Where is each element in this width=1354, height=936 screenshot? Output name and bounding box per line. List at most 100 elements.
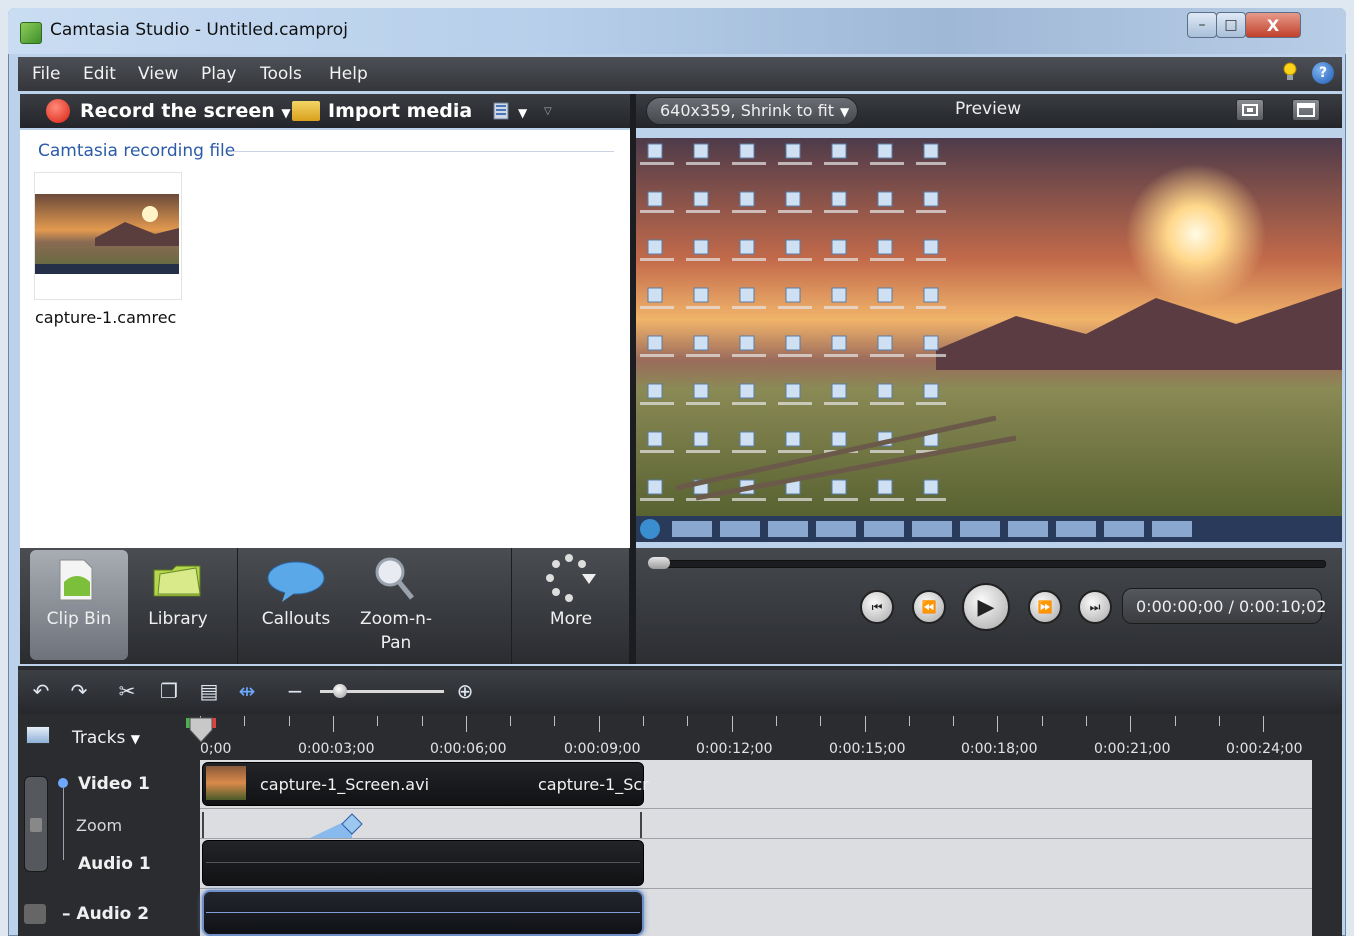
zoom-in-icon[interactable]: ⊕ <box>452 678 478 704</box>
ruler-tick <box>598 716 600 732</box>
ruler-label-3s: 0:00:03;00 <box>298 741 375 757</box>
lightbulb-icon[interactable] <box>1282 62 1298 82</box>
clip-bin-heading: Camtasia recording file <box>38 141 236 161</box>
clip-thumbnail[interactable] <box>35 194 179 274</box>
track-zoom[interactable]: Zoom <box>76 816 122 835</box>
chevron-down-icon[interactable]: ▼ <box>281 106 290 120</box>
close-button[interactable]: X <box>1245 12 1301 38</box>
cut-icon[interactable]: ✂ <box>114 678 140 704</box>
track-audio-2-label: Audio 2 <box>76 904 150 924</box>
ruler-tick <box>908 716 910 726</box>
audio-waveform <box>206 862 640 863</box>
playhead[interactable] <box>186 716 216 744</box>
audio-1-clip[interactable] <box>202 840 644 886</box>
track-video-1[interactable]: Video 1 <box>78 774 150 794</box>
import-media-button[interactable]: Import media <box>328 100 472 122</box>
record-icon[interactable] <box>46 99 70 123</box>
video-clip-label: capture-1_Screen.avi <box>260 775 430 794</box>
fast-forward-button[interactable]: ⏩ <box>1028 590 1062 624</box>
playback-scrubber[interactable] <box>650 560 1326 568</box>
ruler-tick <box>510 716 512 726</box>
skip-to-start-button[interactable]: ⏮ <box>860 590 894 624</box>
view-chevron-icon[interactable]: ▼ <box>518 106 527 120</box>
undo-icon[interactable]: ↶ <box>28 678 54 704</box>
camtasia-app-icon <box>20 22 42 44</box>
clip-bin-icon <box>59 559 93 601</box>
more-dots-icon <box>546 554 596 602</box>
zoom-slider-handle[interactable] <box>333 684 347 698</box>
paste-icon[interactable]: ▤ <box>196 678 222 704</box>
ruler-tick <box>775 716 777 726</box>
ruler-tick <box>465 716 467 732</box>
minimize-button[interactable]: – <box>1187 12 1217 38</box>
row-divider <box>200 888 1312 889</box>
lock-icon[interactable] <box>30 818 42 832</box>
detach-window-icon <box>1297 103 1315 117</box>
zoom-keyframe[interactable] <box>310 812 370 838</box>
maximize-icon: □ <box>1224 17 1238 33</box>
audio-2-lock-icon[interactable] <box>24 904 46 924</box>
ruler-tick <box>377 716 379 726</box>
ruler-tick <box>1174 716 1176 726</box>
play-button[interactable]: ▶ <box>962 583 1010 631</box>
audio-2-waveform <box>206 912 640 913</box>
minimize-icon: – <box>1198 17 1206 33</box>
tracks-icon[interactable] <box>26 726 50 744</box>
ruler-tick <box>1086 716 1087 726</box>
menu-tools[interactable]: Tools <box>260 64 302 84</box>
ruler-label-18s: 0:00:18;00 <box>961 741 1038 757</box>
ruler-label-21s: 0:00:21;00 <box>1094 741 1171 757</box>
scrubber-handle[interactable] <box>648 557 670 569</box>
tab-callouts[interactable]: Callouts <box>250 607 342 631</box>
dropdown-chevron-icon[interactable]: ▼ <box>840 105 849 119</box>
ruler-tick <box>1041 716 1043 726</box>
close-icon: X <box>1266 15 1280 35</box>
import-folder-icon[interactable] <box>292 101 320 121</box>
view-options-icon[interactable] <box>492 101 514 123</box>
ruler-tick <box>1263 716 1265 732</box>
preview-title: Preview <box>955 99 1022 119</box>
video-clip-label-tail: capture-1_Scr <box>538 775 649 794</box>
ruler-tick <box>731 716 733 732</box>
track-audio-1[interactable]: Audio 1 <box>78 854 151 874</box>
copy-icon[interactable]: ❐ <box>156 678 182 704</box>
track-audio-2[interactable]: – Audio 2 <box>62 904 149 924</box>
overflow-chevron-icon[interactable]: ▽ <box>544 106 552 117</box>
preview-canvas[interactable] <box>636 138 1342 542</box>
tab-label-more: More <box>549 609 593 629</box>
rewind-button[interactable]: ⏪ <box>912 590 946 624</box>
menu-view[interactable]: View <box>138 64 178 84</box>
split-icon[interactable]: ⇹ <box>234 678 260 704</box>
ruler-tick <box>1130 716 1132 732</box>
tracks-chevron-icon[interactable]: ▼ <box>131 732 140 746</box>
zoom-out-icon[interactable]: − <box>282 678 308 704</box>
magnifier-icon[interactable] <box>372 554 416 602</box>
help-icon[interactable]: ? <box>1312 62 1334 84</box>
record-screen-button[interactable]: Record the screen ▼ <box>80 100 291 122</box>
heading-divider <box>232 151 614 152</box>
detach-preview-button[interactable] <box>1292 99 1320 121</box>
window-title: Camtasia Studio - Untitled.camproj <box>50 20 348 40</box>
audio-2-clip[interactable] <box>202 890 644 936</box>
ruler-label-24s: 0:00:24;00 <box>1226 741 1303 757</box>
callout-bubble-icon[interactable] <box>266 558 326 602</box>
tracks-button[interactable]: Tracks ▼ <box>72 728 140 748</box>
ruler-label-9s: 0:00:09;00 <box>564 741 641 757</box>
ruler-tick <box>421 716 423 726</box>
fit-screen-button[interactable] <box>1236 99 1264 121</box>
ruler-tick <box>554 716 556 726</box>
skip-to-end-button[interactable]: ⏭ <box>1078 590 1112 624</box>
menu-edit[interactable]: Edit <box>83 64 116 84</box>
zoom-track-range[interactable] <box>202 812 642 838</box>
tab-zoom-n-pan[interactable]: Zoom-n-Pan <box>350 607 442 655</box>
clip-name: capture-1.camrec <box>35 308 177 327</box>
ruler-tick <box>953 716 955 726</box>
ruler-tick <box>864 716 866 732</box>
video-clip-thumbnail <box>206 766 246 800</box>
maximize-button[interactable]: □ <box>1216 12 1246 38</box>
menu-file[interactable]: File <box>32 64 60 84</box>
menu-help[interactable]: Help <box>329 64 368 84</box>
menu-play[interactable]: Play <box>201 64 236 84</box>
time-readout: 0:00:00;00 / 0:00:10;02 <box>1136 597 1327 616</box>
redo-icon[interactable]: ↷ <box>66 678 92 704</box>
